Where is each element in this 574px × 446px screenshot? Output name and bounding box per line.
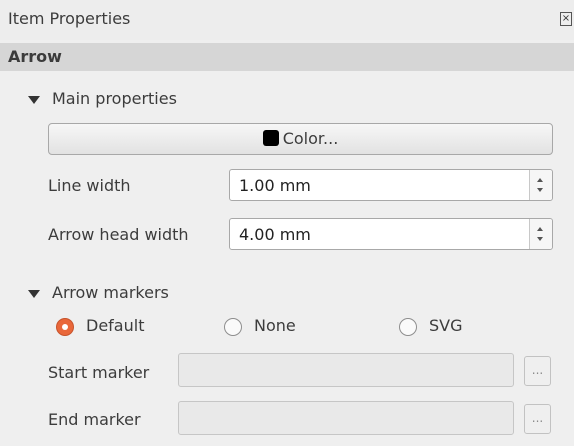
line-width-label: Line width — [48, 176, 131, 195]
radio-unchecked-icon[interactable] — [399, 318, 417, 336]
color-swatch-icon — [262, 130, 279, 146]
color-button[interactable]: Color... — [48, 123, 553, 155]
radio-default-label: Default — [86, 316, 145, 335]
collapse-triangle-icon — [28, 96, 40, 104]
collapse-triangle-icon — [28, 290, 40, 298]
arrow-head-width-stepper[interactable] — [529, 219, 552, 249]
spin-down-icon[interactable] — [537, 188, 543, 192]
arrow-head-width-value: 4.00 mm — [239, 225, 311, 244]
line-width-value: 1.00 mm — [239, 176, 311, 195]
end-marker-label: End marker — [48, 410, 141, 429]
end-marker-field — [178, 401, 514, 435]
radio-checked-icon[interactable] — [56, 318, 74, 336]
panel-titlebar: Item Properties × — [0, 0, 574, 40]
main-properties-label: Main properties — [52, 89, 177, 108]
arrow-head-width-spinbox[interactable]: 4.00 mm — [229, 218, 553, 250]
close-icon[interactable]: × — [560, 12, 572, 26]
section-header-arrow: Arrow — [0, 43, 574, 71]
arrow-head-width-label: Arrow head width — [48, 225, 189, 244]
panel-title: Item Properties — [8, 9, 131, 28]
start-marker-field — [178, 353, 514, 387]
section-title: Arrow — [8, 47, 62, 66]
start-marker-label: Start marker — [48, 363, 150, 382]
start-marker-browse-button[interactable]: ... — [524, 356, 551, 386]
color-button-label: Color... — [282, 129, 339, 148]
line-width-stepper[interactable] — [529, 170, 552, 200]
spin-up-icon[interactable] — [537, 178, 543, 182]
arrow-markers-label: Arrow markers — [52, 283, 169, 302]
line-width-spinbox[interactable]: 1.00 mm — [229, 169, 553, 201]
end-marker-browse-button[interactable]: ... — [524, 404, 551, 434]
spin-up-icon[interactable] — [537, 227, 543, 231]
radio-unchecked-icon[interactable] — [224, 318, 242, 336]
spin-down-icon[interactable] — [537, 237, 543, 241]
radio-svg-label: SVG — [429, 316, 463, 335]
radio-none-label: None — [254, 316, 296, 335]
